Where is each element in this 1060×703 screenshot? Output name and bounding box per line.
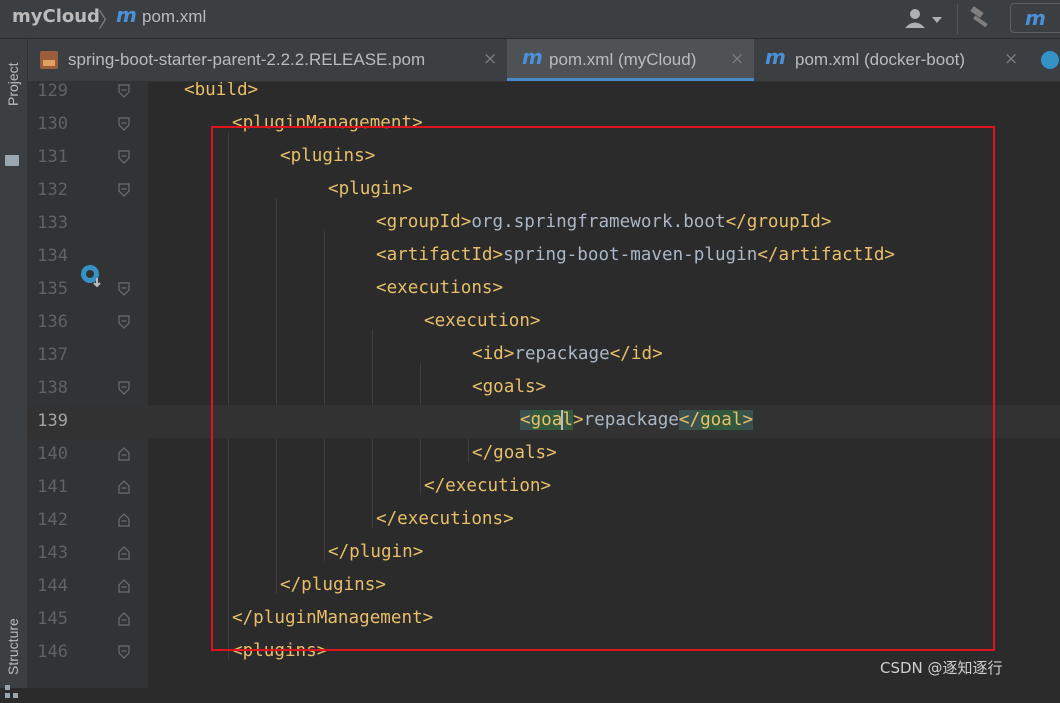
- user-account-icon[interactable]: [904, 8, 946, 30]
- fold-end-marker-icon[interactable]: [118, 447, 130, 461]
- line-number: 132: [37, 180, 68, 200]
- line-number: 133: [37, 213, 68, 233]
- tab-label: pom.xml (docker-boot): [795, 50, 966, 69]
- class-file-icon[interactable]: [1041, 51, 1059, 69]
- line-number: 142: [37, 510, 68, 530]
- folder-icon: [5, 155, 19, 166]
- line-number: 141: [37, 477, 68, 497]
- line-number: 129: [37, 82, 68, 101]
- xml-file-icon: [40, 51, 58, 69]
- fold-end-marker-icon[interactable]: [118, 480, 130, 494]
- fold-marker-icon[interactable]: [118, 381, 130, 395]
- line-number: 137: [37, 345, 68, 365]
- structure-tool-tab[interactable]: Structure: [5, 618, 21, 675]
- code-text: <build>: [184, 82, 258, 100]
- maven-icon: m: [765, 45, 786, 69]
- fold-end-marker-icon[interactable]: [118, 513, 130, 527]
- close-icon[interactable]: ×: [483, 49, 497, 69]
- breadcrumb-separator-icon: 〉: [98, 8, 118, 32]
- highlight-annotation-box: [211, 126, 995, 651]
- project-tool-tab[interactable]: Project: [5, 62, 21, 106]
- fold-marker-icon[interactable]: [118, 282, 130, 296]
- fold-marker-icon[interactable]: [118, 183, 130, 197]
- fold-marker-icon[interactable]: [118, 645, 130, 659]
- close-icon[interactable]: ×: [1004, 49, 1018, 69]
- line-number: 134: [37, 246, 68, 266]
- fold-marker-icon[interactable]: [118, 315, 130, 329]
- fold-marker-icon[interactable]: [118, 150, 130, 164]
- toolbar-divider: [957, 4, 958, 34]
- code-editor[interactable]: 129 <build> 130 <pluginManagement> 131 <plugi…: [28, 82, 1060, 688]
- fold-marker-icon[interactable]: [118, 84, 130, 98]
- navigation-bar: myCloud 〉 m pom.xml m: [0, 0, 1060, 39]
- line-number: 135: [37, 279, 68, 299]
- xml-tag: <build>: [184, 82, 259, 100]
- line-number: 145: [37, 609, 68, 629]
- editor-tab-bar: spring-boot-starter-parent-2.2.2.RELEASE…: [28, 39, 1060, 82]
- fold-end-marker-icon[interactable]: [118, 579, 130, 593]
- tab-label: spring-boot-starter-parent-2.2.2.RELEASE…: [68, 50, 426, 69]
- tab-pom-docker-boot[interactable]: m pom.xml (docker-boot) ×: [755, 39, 1026, 81]
- maven-icon: m: [116, 3, 137, 27]
- run-configuration-selector[interactable]: m: [1010, 3, 1060, 33]
- line-number: 138: [37, 378, 68, 398]
- code-line[interactable]: 129 <build>: [28, 82, 1060, 108]
- close-icon[interactable]: ×: [730, 49, 744, 69]
- line-number: 130: [37, 114, 68, 134]
- breadcrumb-file[interactable]: pom.xml: [142, 7, 206, 27]
- tab-pom-mycloud[interactable]: m pom.xml (myCloud) ×: [507, 39, 754, 81]
- breadcrumb-project[interactable]: myCloud: [12, 6, 100, 27]
- line-number: 139: [37, 411, 68, 431]
- tab-parent-pom[interactable]: spring-boot-starter-parent-2.2.2.RELEASE…: [28, 39, 506, 81]
- line-number: 144: [37, 576, 68, 596]
- build-hammer-icon[interactable]: [968, 6, 992, 35]
- line-number: 140: [37, 444, 68, 464]
- maven-icon: m: [522, 45, 543, 69]
- fold-end-marker-icon[interactable]: [118, 612, 130, 626]
- tab-label: pom.xml (myCloud): [549, 50, 697, 69]
- structure-icon: [5, 684, 19, 698]
- line-number: 146: [37, 642, 68, 662]
- maven-icon: m: [1025, 6, 1046, 30]
- fold-marker-icon[interactable]: [118, 117, 130, 131]
- maven-plugin-gutter-icon[interactable]: [80, 264, 104, 288]
- line-number: 131: [37, 147, 68, 167]
- watermark: CSDN @逐知逐行: [880, 659, 1003, 677]
- fold-end-marker-icon[interactable]: [118, 546, 130, 560]
- line-number: 136: [37, 312, 68, 332]
- left-tool-strip: Project Structure: [0, 39, 28, 698]
- line-number: 143: [37, 543, 68, 563]
